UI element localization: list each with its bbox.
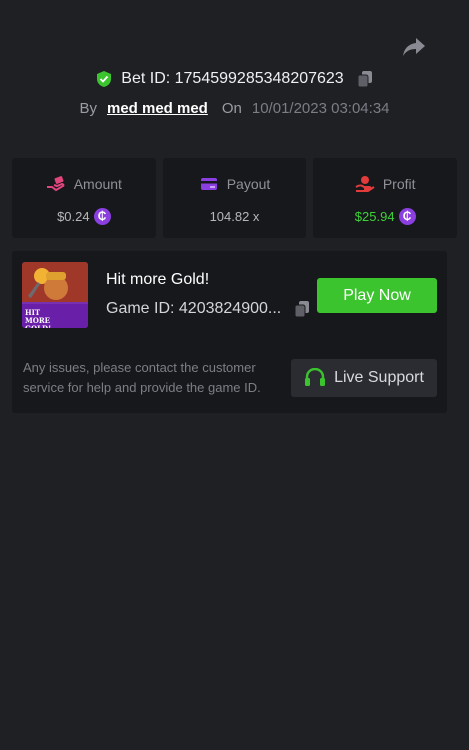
play-now-button[interactable]: Play Now (317, 278, 437, 313)
live-support-button[interactable]: Live Support (291, 359, 437, 397)
coin-icon: ₵ (398, 207, 416, 225)
share-button[interactable] (400, 36, 428, 58)
bet-author-row: By med med med On 10/01/2023 03:04:34 (0, 97, 469, 119)
payout-card: Payout 104.82 x (162, 158, 307, 238)
profit-value: $25.94 (354, 208, 395, 224)
game-thumbnail[interactable]: HIT MORE GOLD! (22, 262, 88, 328)
copy-icon (294, 301, 310, 318)
card-icon (199, 175, 219, 193)
on-label: On (221, 99, 242, 117)
payout-label: Payout (226, 176, 271, 192)
bet-id-row: Bet ID: 1754599285348207623 (0, 68, 469, 90)
profit-hand-icon (355, 175, 375, 193)
game-title: Hit more Gold! (106, 271, 210, 288)
amount-label: Amount (73, 176, 122, 192)
profit-label: Profit (382, 176, 416, 192)
bet-hand-icon (46, 175, 66, 193)
bet-date: 10/01/2023 03:04:34 (251, 99, 390, 117)
share-icon (403, 38, 425, 56)
amount-card: Amount $0.24 ₵ (12, 158, 156, 238)
verified-shield-icon (95, 70, 113, 88)
copy-icon (357, 71, 372, 88)
bet-detail-page: Bet ID: 1754599285348207623 By med med m… (0, 0, 469, 750)
support-message: Any issues, please contact the customer … (23, 360, 261, 395)
coin-icon: ₵ (93, 207, 111, 225)
bet-stats: Amount $0.24 ₵ Payout 104.82 x Profit $2… (12, 158, 458, 238)
live-support-label: Live Support (334, 369, 424, 386)
bet-id-text: Bet ID: 1754599285348207623 (121, 70, 344, 87)
profit-card: Profit $25.94 ₵ (313, 158, 458, 238)
by-label: By (79, 99, 97, 117)
copy-game-id-button[interactable] (293, 300, 311, 318)
username-link[interactable]: med med med (107, 100, 208, 117)
thumbnail-caption: HIT MORE GOLD! (25, 308, 51, 329)
amount-value: $0.24 (57, 208, 90, 224)
game-panel: HIT MORE GOLD! Hit more Gold! Game ID: 4… (12, 251, 447, 413)
copy-bet-id-button[interactable] (356, 70, 374, 88)
game-id-text: Game ID: 4203824900... (106, 300, 282, 317)
headset-icon (305, 368, 326, 386)
game-id-row: Game ID: 4203824900... (106, 300, 311, 318)
payout-value: 104.82 x (209, 208, 260, 224)
